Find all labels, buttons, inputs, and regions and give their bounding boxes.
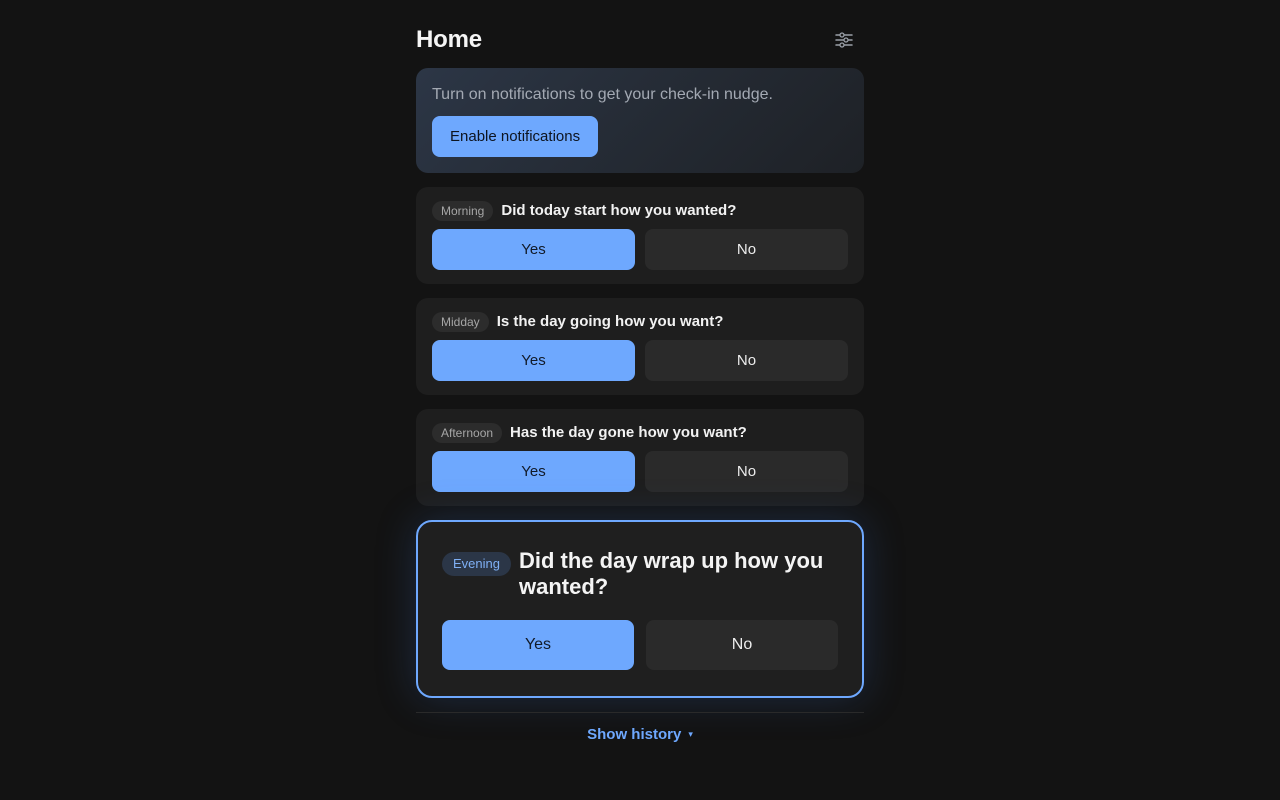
divider <box>416 712 864 713</box>
time-tag: Midday <box>432 312 489 332</box>
page-title: Home <box>416 26 482 53</box>
checkin-card-evening: Evening Did the day wrap up how you want… <box>416 520 864 698</box>
checkin-card-morning: Morning Did today start how you wanted? … <box>416 187 864 284</box>
yes-button[interactable]: Yes <box>432 451 635 492</box>
time-tag: Morning <box>432 201 494 221</box>
yes-button[interactable]: Yes <box>432 340 635 381</box>
enable-notifications-button[interactable]: Enable notifications <box>432 116 599 157</box>
notification-banner: Turn on notifications to get your check-… <box>416 68 864 173</box>
show-history-label: Show history <box>587 726 682 743</box>
show-history-toggle[interactable]: Show history ▾ <box>416 726 864 743</box>
caret-down-icon: ▾ <box>688 729 693 739</box>
no-button[interactable]: No <box>645 229 848 270</box>
app: Home Turn on notifications to get your c… <box>416 0 864 743</box>
checkin-question: Has the day gone how you want? <box>510 423 747 441</box>
checkin-card-midday: Midday Is the day going how you want? Ye… <box>416 298 864 395</box>
time-tag: Evening <box>442 552 511 576</box>
settings-button[interactable] <box>828 24 860 56</box>
no-button[interactable]: No <box>646 620 838 670</box>
no-button[interactable]: No <box>645 340 848 381</box>
checkin-question: Is the day going how you want? <box>496 312 724 330</box>
yes-button[interactable]: Yes <box>442 620 634 670</box>
yes-button[interactable]: Yes <box>432 229 635 270</box>
checkin-card-afternoon: Afternoon Has the day gone how you want?… <box>416 409 864 506</box>
checkin-question: Did the day wrap up how you wanted? <box>518 548 824 599</box>
checkin-question: Did today start how you wanted? <box>501 201 737 219</box>
no-button[interactable]: No <box>645 451 848 492</box>
sliders-icon <box>835 32 853 48</box>
notification-message: Turn on notifications to get your check-… <box>432 86 773 103</box>
time-tag: Afternoon <box>432 423 503 443</box>
